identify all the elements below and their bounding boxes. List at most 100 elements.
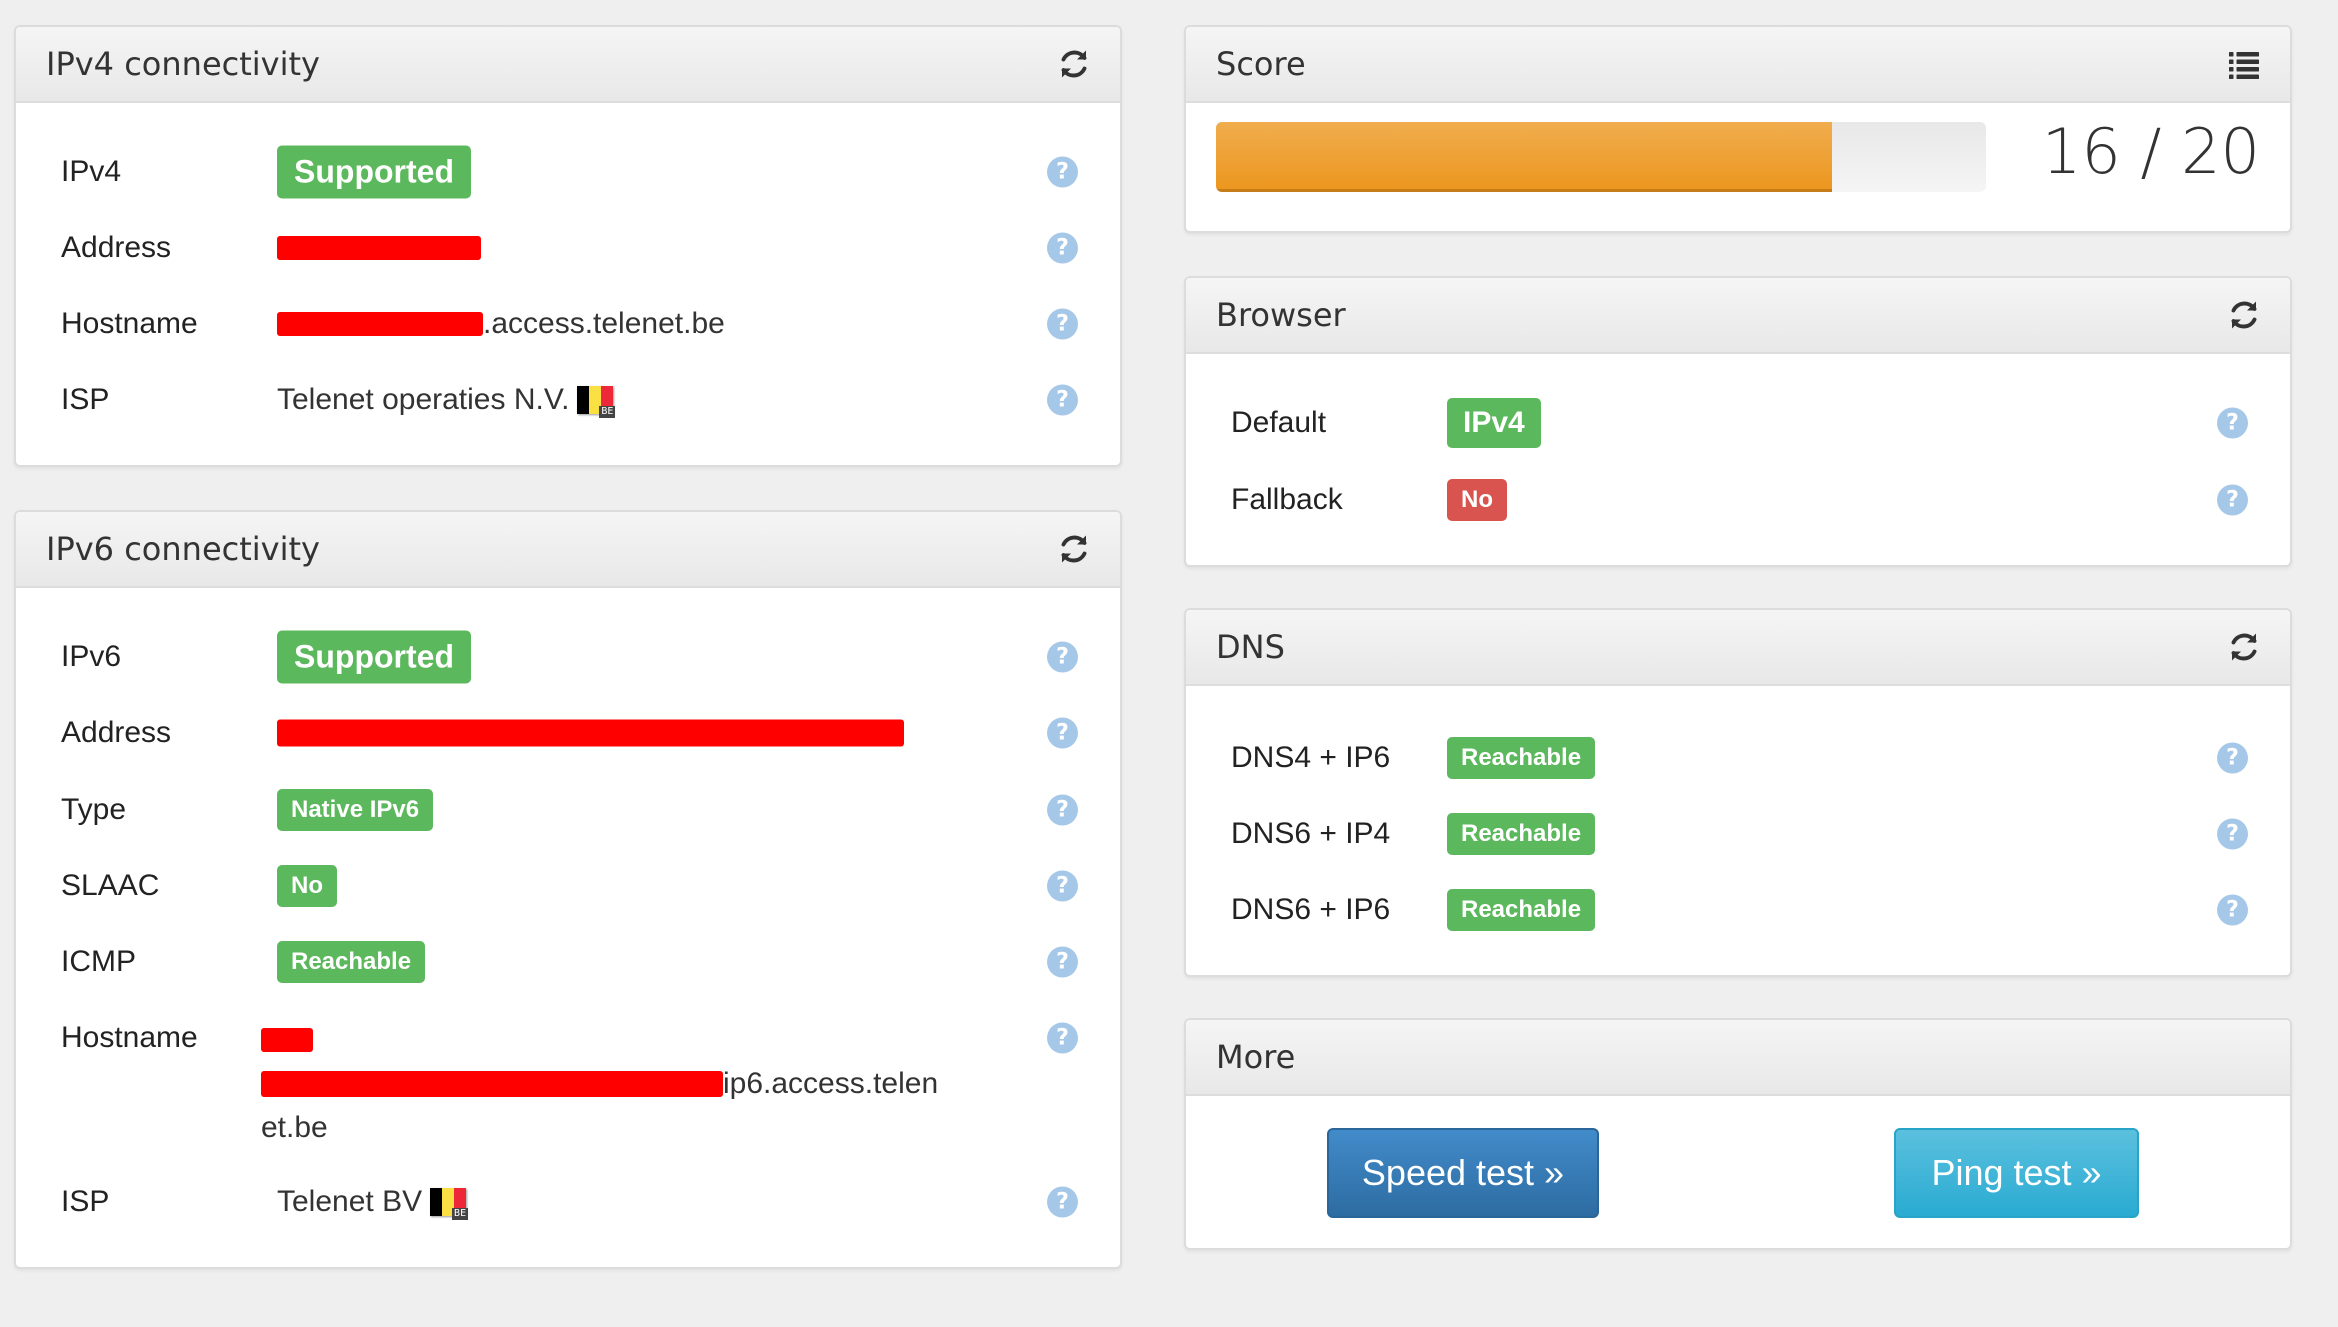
row-label: Address: [61, 716, 172, 749]
ipv4-row-status: IPv4 Supported ?: [16, 142, 1120, 202]
ipv6-row-isp: ISP Telenet BV BE ?: [16, 1172, 1120, 1232]
hostname-suffix-line2: et.be: [261, 1111, 328, 1144]
help-icon[interactable]: ?: [1047, 384, 1078, 416]
fallback-badge: No: [1447, 479, 1507, 521]
score-progress-fill: [1216, 122, 1832, 192]
row-label: IPv4: [61, 155, 122, 188]
help-icon[interactable]: ?: [1047, 870, 1078, 902]
score-panel-header: Score: [1186, 27, 2290, 103]
belgium-flag-icon: BE: [577, 386, 616, 418]
help-icon[interactable]: ?: [1047, 156, 1078, 188]
row-value: IPv4: [1447, 398, 1541, 448]
row-value: Supported: [277, 145, 471, 199]
help-icon[interactable]: ?: [2217, 407, 2248, 439]
row-value: [277, 719, 904, 747]
row-label: DNS6 + IP4: [1231, 817, 1391, 850]
refresh-icon[interactable]: [1056, 46, 1092, 82]
row-label: SLAAC: [61, 869, 160, 902]
list-icon[interactable]: [2226, 46, 2262, 82]
row-label: Type: [61, 793, 127, 826]
row-label: ISP: [61, 1185, 110, 1218]
refresh-icon[interactable]: [1056, 531, 1092, 567]
dns-row: DNS6 + IP6 Reachable ?: [1186, 880, 2290, 940]
browser-row-fallback: Fallback No ?: [1186, 470, 2290, 530]
row-value: Telenet operaties N.V. BE: [277, 383, 616, 418]
type-badge: Native IPv6: [277, 789, 434, 831]
row-value: Native IPv6: [277, 789, 434, 831]
ipv6-row-type: Type Native IPv6 ?: [16, 780, 1120, 840]
ipv4-panel-title: IPv4 connectivity: [46, 45, 320, 83]
icmp-badge: Reachable: [277, 941, 426, 983]
refresh-icon[interactable]: [2226, 629, 2262, 665]
dns-badge: Reachable: [1447, 889, 1596, 931]
help-icon[interactable]: ?: [2217, 742, 2248, 774]
redacted-hostname: [277, 312, 483, 336]
dns-badge: Reachable: [1447, 737, 1596, 779]
more-panel-header: More: [1186, 1020, 2290, 1096]
ipv6-row-icmp: ICMP Reachable ?: [16, 932, 1120, 992]
refresh-icon[interactable]: [2226, 297, 2262, 333]
default-badge: IPv4: [1447, 398, 1541, 448]
row-value: Reachable: [1447, 813, 1596, 855]
row-value: Telenet BV BE: [277, 1185, 469, 1220]
more-panel-title: More: [1216, 1038, 1296, 1076]
browser-panel: Browser Default IPv4 ? Fallback No ?: [1184, 276, 2292, 567]
row-value: Reachable: [277, 941, 426, 983]
score-panel-title: Score: [1216, 45, 1306, 83]
help-icon[interactable]: ?: [2217, 484, 2248, 516]
row-label: Hostname: [61, 1021, 198, 1054]
ipv6-hostname-value: ip6.access.telen et.be: [261, 1018, 981, 1150]
help-icon[interactable]: ?: [1047, 1186, 1078, 1218]
status-badge: Supported: [277, 630, 471, 684]
dns-panel: DNS DNS4 + IP6 Reachable ? DNS6 + IP4 Re…: [1184, 608, 2292, 977]
row-label: Fallback: [1231, 483, 1343, 516]
row-value: No: [1447, 479, 1507, 521]
dns-panel-header: DNS: [1186, 610, 2290, 686]
ipv4-row-isp: ISP Telenet operaties N.V. BE ?: [16, 370, 1120, 430]
score-panel: Score 16 / 20: [1184, 25, 2292, 233]
row-value: Supported: [277, 630, 471, 684]
help-icon[interactable]: ?: [1047, 794, 1078, 826]
browser-panel-header: Browser: [1186, 278, 2290, 354]
help-icon[interactable]: ?: [1047, 308, 1078, 340]
help-icon[interactable]: ?: [1047, 641, 1078, 673]
row-label: DNS4 + IP6: [1231, 741, 1391, 774]
row-value: .access.telenet.be: [277, 307, 725, 341]
slaac-badge: No: [277, 865, 337, 907]
row-label: ISP: [61, 383, 110, 416]
browser-row-default: Default IPv4 ?: [1186, 393, 2290, 453]
ipv4-panel-header: IPv4 connectivity: [16, 27, 1120, 103]
status-badge: Supported: [277, 145, 471, 199]
redacted-hostname-part: [261, 1028, 313, 1052]
help-icon[interactable]: ?: [1047, 232, 1078, 264]
row-label: ICMP: [61, 945, 136, 978]
help-icon[interactable]: ?: [1047, 946, 1078, 978]
row-value: Reachable: [1447, 737, 1596, 779]
row-label: Address: [61, 231, 172, 264]
row-value: Reachable: [1447, 889, 1596, 931]
score-value: 16 / 20: [2041, 115, 2260, 188]
row-value: [277, 236, 481, 260]
help-icon[interactable]: ?: [2217, 894, 2248, 926]
ping-test-button[interactable]: Ping test »: [1894, 1128, 2139, 1218]
help-icon[interactable]: ?: [2217, 818, 2248, 850]
row-label: DNS6 + IP6: [1231, 893, 1391, 926]
score-progress-bar: [1216, 122, 1986, 192]
hostname-suffix: .access.telenet.be: [483, 307, 725, 340]
row-label: Hostname: [61, 307, 198, 340]
help-icon[interactable]: ?: [1047, 1022, 1078, 1054]
hostname-suffix-line1: ip6.access.telen: [723, 1067, 939, 1100]
speed-test-button[interactable]: Speed test »: [1327, 1128, 1599, 1218]
ipv6-row-status: IPv6 Supported ?: [16, 627, 1120, 687]
ipv4-row-hostname: Hostname .access.telenet.be ?: [16, 294, 1120, 354]
dns-panel-title: DNS: [1216, 628, 1285, 666]
browser-panel-title: Browser: [1216, 296, 1346, 334]
help-icon[interactable]: ?: [1047, 717, 1078, 749]
dns-row: DNS6 + IP4 Reachable ?: [1186, 804, 2290, 864]
redacted-address: [277, 236, 481, 260]
ipv6-panel-header: IPv6 connectivity: [16, 512, 1120, 588]
flag-code: BE: [452, 1208, 469, 1220]
isp-name: Telenet BV: [277, 1185, 423, 1218]
flag-code: BE: [599, 406, 616, 418]
row-value: No: [277, 865, 337, 907]
